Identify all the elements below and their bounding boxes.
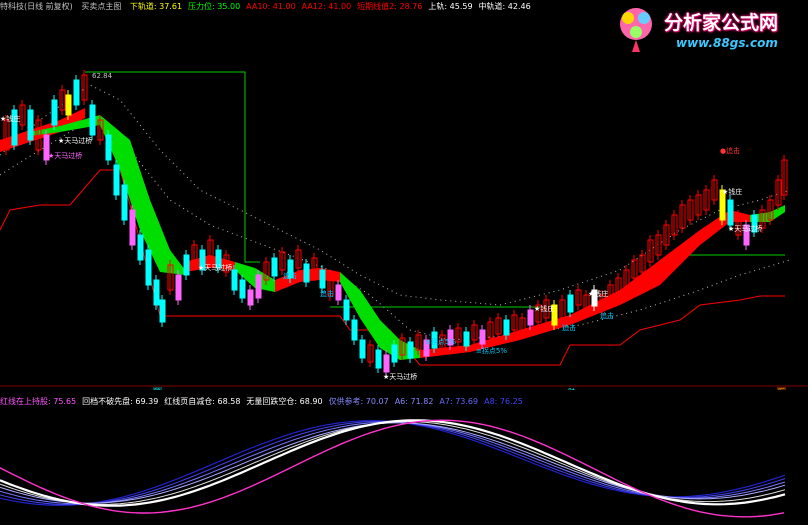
candle-body <box>121 184 128 221</box>
main-price-chart[interactable]: 62.84 ★天马过桥 ★天马过桥 ★天马过桥 ★天马过桥 追击 追击 追击 追… <box>0 0 808 390</box>
box-line <box>85 71 260 263</box>
oscillator-line <box>0 421 786 505</box>
event-marker[interactable]: 除 <box>154 387 161 390</box>
candle-body <box>27 109 34 141</box>
site-logo: 分析家公式网 www.88gs.com <box>606 2 806 54</box>
high-price-label: 62.84 <box>92 72 113 80</box>
annotation: ★钱庄 <box>722 187 742 196</box>
sub-chart-header: 红线在上持股: 75.65 回档不破先盘: 69.39 红线页自减仓: 68.58 无… <box>0 396 535 408</box>
indicator-value: A7: 73.69 <box>439 397 479 406</box>
annotation: ≡拐点5% <box>425 337 456 346</box>
candle-body <box>231 269 238 291</box>
indicator-value: 无量回跌空仓: 68.90 <box>246 397 323 406</box>
annotation: 追击 <box>562 323 576 332</box>
candle-body <box>113 164 120 196</box>
indicator-value: 回档不破先盘: 69.39 <box>82 397 159 406</box>
candle-body <box>375 349 382 369</box>
sub-indicator-values: 红线在上持股: 75.65 回档不破先盘: 69.39 红线页自减仓: 68.58 无… <box>0 397 529 406</box>
candle-body <box>319 269 326 289</box>
sub-oscillator-chart[interactable] <box>0 408 808 523</box>
annotation: ★钱庄 <box>0 114 20 123</box>
indicator-value: 红线在上持股: 75.65 <box>0 397 77 406</box>
candle-body <box>503 319 510 336</box>
oscillator-line-magenta <box>0 419 785 518</box>
candle-body <box>407 341 414 359</box>
candle-body <box>239 279 246 299</box>
oscillator-line <box>0 422 786 504</box>
indicator-value: A6: 71.82 <box>394 397 434 406</box>
event-marker[interactable]: 医 <box>778 388 785 390</box>
candle-body <box>463 331 470 347</box>
candle-body <box>175 274 182 301</box>
trend-ribbons <box>0 108 785 360</box>
candle-body <box>145 249 152 286</box>
stock-chart-window: 特科技(日线 前复权) 买卖点主图 下轨道: 37.61 压力位: 35.00 AA… <box>0 0 808 525</box>
annotation: ★钱庄 <box>588 289 608 298</box>
annotation: ★天马过桥 <box>58 136 92 145</box>
candle-body <box>247 289 254 306</box>
oscillator-lines <box>0 419 786 518</box>
event-markers: 除 财 医 <box>153 387 786 390</box>
candle-body <box>343 299 350 321</box>
candle-body <box>89 104 96 136</box>
annotation: 追击 <box>320 289 334 298</box>
indicator-value: A8: 76.25 <box>484 397 523 406</box>
candle-body <box>271 257 278 277</box>
candle-body <box>527 309 534 326</box>
candle-body <box>567 294 574 313</box>
candle-body <box>303 263 310 283</box>
oscillator-line <box>0 420 786 506</box>
logo-url: www.88gs.com <box>676 36 778 50</box>
oscillator-line <box>0 419 786 507</box>
indicator-value: 仅供参考: 70.07 <box>328 397 389 406</box>
oscillator-line <box>0 421 786 505</box>
candle-body <box>391 344 398 363</box>
candle-body <box>479 329 486 345</box>
candle-body <box>51 99 58 126</box>
candle-body <box>727 199 734 226</box>
candle-body <box>153 279 160 306</box>
logo-title: 分析家公式网 <box>664 12 779 34</box>
annotation: ★天马过桥 <box>48 151 82 160</box>
candle-body <box>335 284 342 301</box>
annotation: 追击 <box>283 271 297 280</box>
annotation: ★天马过桥 <box>198 263 232 272</box>
candle-body <box>105 134 112 161</box>
candle-body <box>255 274 262 299</box>
annotation: ★天马过桥 <box>728 224 762 233</box>
annotation: ★钱庄 <box>534 304 554 313</box>
annotation: ●追击 <box>720 146 740 155</box>
oscillator-line <box>0 420 786 506</box>
candle-body <box>159 299 166 323</box>
candle-body <box>137 234 144 261</box>
balloon-logo-icon <box>620 8 652 52</box>
candle-body <box>383 354 390 373</box>
candle-body <box>351 319 358 341</box>
candle-body <box>73 79 80 106</box>
indicator-value: 红线页自减仓: 68.58 <box>164 397 241 406</box>
candle-body <box>359 339 366 359</box>
candlesticks <box>3 70 788 377</box>
annotation: ≡拐点5% <box>476 346 507 355</box>
event-marker[interactable]: 财 <box>568 387 575 390</box>
annotation: ★天马过桥 <box>383 372 417 381</box>
candle-body <box>183 254 190 276</box>
annotation: 追击 <box>600 311 614 320</box>
candle-body <box>65 94 72 116</box>
candle-body <box>129 209 136 246</box>
